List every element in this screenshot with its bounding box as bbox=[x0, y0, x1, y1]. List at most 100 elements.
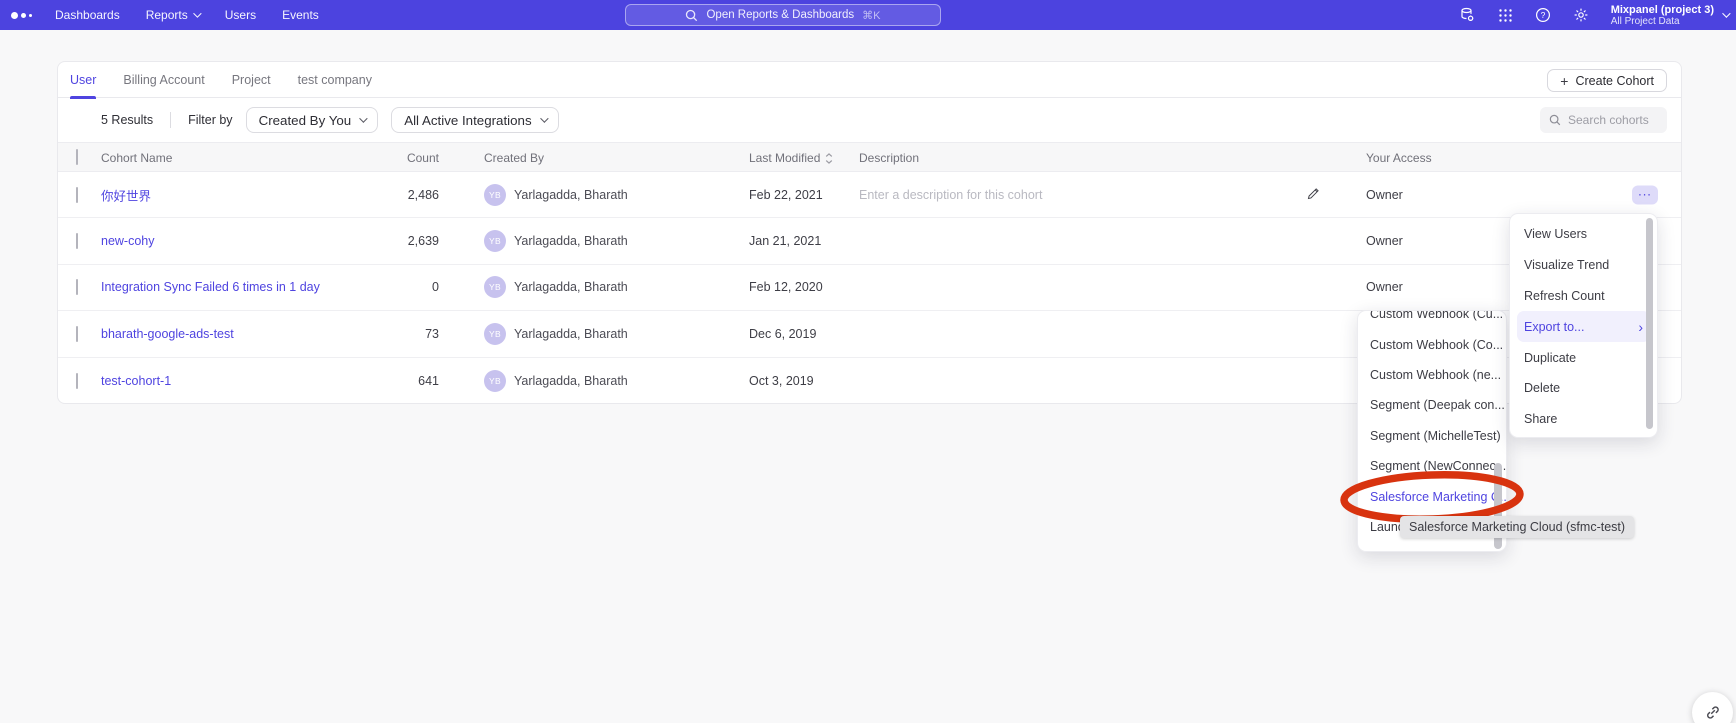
avatar: YB bbox=[484, 323, 506, 345]
integration-tooltip: Salesforce Marketing Cloud (sfmc-test) bbox=[1400, 516, 1634, 538]
menu-item-share[interactable]: Share bbox=[1510, 404, 1657, 435]
modified-date: Oct 3, 2019 bbox=[749, 374, 814, 388]
nav-link-users[interactable]: Users bbox=[225, 8, 256, 22]
avatar: YB bbox=[484, 370, 506, 392]
cohort-context-menu: View UsersVisualize TrendRefresh CountEx… bbox=[1509, 213, 1658, 438]
avatar: YB bbox=[484, 276, 506, 298]
table-header: Cohort Name Count Created By Last Modifi… bbox=[58, 142, 1681, 172]
menu-item-duplicate[interactable]: Duplicate bbox=[1510, 342, 1657, 373]
global-search-button[interactable]: Open Reports & Dashboards ⌘K bbox=[625, 4, 941, 26]
cohort-link[interactable]: Integration Sync Failed 6 times in 1 day bbox=[101, 280, 320, 294]
filter-row: 5 Results Filter by Created By You All A… bbox=[58, 98, 1681, 142]
table-row: 你好世界2,486YBYarlagadda, BharathFeb 22, 20… bbox=[58, 172, 1681, 218]
created-by-filter[interactable]: Created By You bbox=[246, 107, 379, 133]
submenu-item-segment-deepak-con[interactable]: Segment (Deepak con... bbox=[1358, 390, 1506, 420]
creator-name: Yarlagadda, Bharath bbox=[514, 374, 628, 388]
help-icon[interactable]: ? bbox=[1535, 7, 1552, 24]
more-actions-button[interactable]: ... bbox=[1632, 185, 1658, 204]
header-count[interactable]: Count bbox=[349, 151, 439, 165]
row-checkbox[interactable] bbox=[76, 373, 78, 389]
row-checkbox[interactable] bbox=[76, 326, 78, 342]
search-cohorts-placeholder: Search cohorts bbox=[1568, 113, 1649, 127]
submenu-item-segment-newconnec[interactable]: Segment (NewConnec... bbox=[1358, 451, 1506, 481]
svg-text:?: ? bbox=[1541, 10, 1546, 20]
project-name: Mixpanel (project 3) bbox=[1611, 4, 1714, 16]
row-checkbox[interactable] bbox=[76, 187, 78, 203]
plus-icon: + bbox=[1560, 74, 1568, 88]
search-icon bbox=[685, 9, 698, 22]
menu-scrollbar[interactable] bbox=[1646, 218, 1653, 429]
menu-item-visualize-trend[interactable]: Visualize Trend bbox=[1510, 250, 1657, 281]
tab-test-company[interactable]: test company bbox=[298, 62, 372, 98]
submenu-arrow-icon: › bbox=[1638, 319, 1643, 335]
apps-grid-icon[interactable] bbox=[1497, 7, 1514, 24]
mixpanel-logo-icon[interactable] bbox=[11, 12, 37, 19]
nav-link-reports[interactable]: Reports bbox=[146, 8, 199, 22]
submenu-item-custom-webhook-cu[interactable]: Custom Webhook (Cu... bbox=[1358, 310, 1506, 329]
access-value: Owner bbox=[1366, 234, 1403, 248]
results-count: 5 Results bbox=[101, 113, 153, 127]
creator-name: Yarlagadda, Bharath bbox=[514, 188, 628, 202]
nav-link-events[interactable]: Events bbox=[282, 8, 319, 22]
submenu-item-segment-michelletest[interactable]: Segment (MichelleTest) bbox=[1358, 421, 1506, 451]
menu-item-refresh-count[interactable]: Refresh Count bbox=[1510, 281, 1657, 312]
creator-name: Yarlagadda, Bharath bbox=[514, 280, 628, 294]
select-all-checkbox[interactable] bbox=[76, 149, 78, 165]
cohort-link[interactable]: 你好世界 bbox=[101, 185, 151, 204]
cohort-link[interactable]: test-cohort-1 bbox=[101, 374, 171, 388]
search-icon bbox=[1549, 114, 1561, 126]
count-value: 0 bbox=[349, 280, 439, 294]
nav-link-dashboards[interactable]: Dashboards bbox=[55, 8, 120, 22]
header-your-access[interactable]: Your Access bbox=[1366, 151, 1432, 165]
submenu-item-custom-webhook-co[interactable]: Custom Webhook (Co... bbox=[1358, 329, 1506, 359]
header-last-modified[interactable]: Last Modified bbox=[749, 151, 833, 167]
avatar: YB bbox=[484, 184, 506, 206]
header-description[interactable]: Description bbox=[859, 151, 919, 165]
count-value: 73 bbox=[349, 327, 439, 341]
search-cohorts-input[interactable]: Search cohorts bbox=[1540, 107, 1667, 133]
tab-project[interactable]: Project bbox=[232, 62, 271, 98]
modified-date: Dec 6, 2019 bbox=[749, 327, 816, 341]
count-value: 641 bbox=[349, 374, 439, 388]
cohort-link[interactable]: new-cohy bbox=[101, 234, 155, 248]
tab-user[interactable]: User bbox=[70, 62, 96, 98]
integrations-filter[interactable]: All Active Integrations bbox=[391, 107, 558, 133]
global-search-placeholder: Open Reports & Dashboards bbox=[706, 9, 854, 21]
cohort-link[interactable]: bharath-google-ads-test bbox=[101, 327, 234, 341]
chevron-down-icon bbox=[193, 9, 201, 17]
description-input[interactable]: Enter a description for this cohort bbox=[859, 188, 1042, 202]
creator-name: Yarlagadda, Bharath bbox=[514, 234, 628, 248]
header-cohort-name[interactable]: Cohort Name bbox=[101, 151, 172, 165]
modified-date: Jan 21, 2021 bbox=[749, 234, 821, 248]
ellipsis-icon: ... bbox=[1638, 188, 1652, 196]
share-link-button[interactable] bbox=[1692, 692, 1733, 723]
menu-item-delete[interactable]: Delete bbox=[1510, 373, 1657, 404]
filter-by-label: Filter by bbox=[188, 113, 232, 127]
edit-description-button[interactable] bbox=[1306, 186, 1321, 204]
cohort-tabs: User Billing Account Project test company +… bbox=[58, 62, 1681, 98]
table-row: new-cohy2,639YBYarlagadda, BharathJan 21… bbox=[58, 218, 1681, 264]
submenu-item-salesforce-marketing-c[interactable]: Salesforce Marketing C... bbox=[1358, 481, 1506, 511]
gear-icon[interactable] bbox=[1573, 7, 1590, 24]
data-icon[interactable] bbox=[1459, 7, 1476, 24]
header-created-by[interactable]: Created By bbox=[484, 151, 544, 165]
access-value: Owner bbox=[1366, 188, 1403, 202]
pencil-icon bbox=[1306, 186, 1321, 201]
row-checkbox[interactable] bbox=[76, 233, 78, 249]
create-cohort-button[interactable]: + Create Cohort bbox=[1547, 69, 1667, 92]
submenu-item-custom-webhook-ne[interactable]: Custom Webhook (ne... bbox=[1358, 360, 1506, 390]
count-value: 2,639 bbox=[349, 234, 439, 248]
count-value: 2,486 bbox=[349, 188, 439, 202]
menu-item-export-to[interactable]: Export to...› bbox=[1517, 311, 1650, 342]
access-value: Owner bbox=[1366, 280, 1403, 294]
mixpanel-cohorts-page: Dashboards Reports Users Events Open Report… bbox=[0, 0, 1736, 723]
divider bbox=[170, 112, 171, 128]
modified-date: Feb 12, 2020 bbox=[749, 280, 823, 294]
menu-item-view-users[interactable]: View Users bbox=[1510, 219, 1657, 250]
tab-billing-account[interactable]: Billing Account bbox=[123, 62, 204, 98]
chevron-down-icon bbox=[540, 114, 548, 122]
project-switcher[interactable]: Mixpanel (project 3) All Project Data bbox=[1611, 4, 1728, 27]
project-data-scope: All Project Data bbox=[1611, 16, 1714, 27]
row-checkbox[interactable] bbox=[76, 279, 78, 295]
sort-icon bbox=[825, 153, 833, 167]
